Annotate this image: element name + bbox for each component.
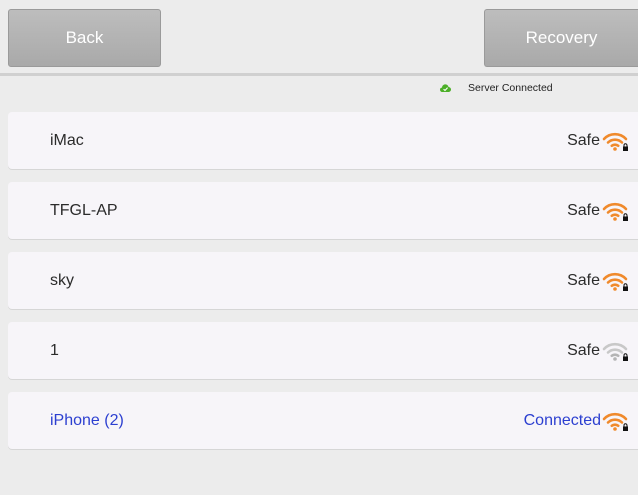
network-row-iphone-2[interactable]: iPhone (2) Connected bbox=[8, 392, 638, 449]
wifi-locked-icon bbox=[602, 202, 628, 221]
wifi-locked-icon bbox=[602, 132, 628, 151]
server-status-text: Server Connected bbox=[468, 82, 553, 94]
network-row-tfgl-ap[interactable]: TFGL-AP Safe bbox=[8, 182, 638, 239]
network-row-sky[interactable]: sky Safe bbox=[8, 252, 638, 309]
recovery-button-label: Recovery bbox=[525, 28, 598, 47]
network-name: iPhone (2) bbox=[50, 412, 124, 429]
network-state: Safe bbox=[567, 202, 600, 219]
header-divider bbox=[0, 73, 638, 76]
back-button[interactable]: Back bbox=[8, 9, 161, 67]
wifi-locked-icon bbox=[602, 342, 628, 361]
network-row-1[interactable]: 1 Safe bbox=[8, 322, 638, 379]
network-name: sky bbox=[50, 272, 74, 289]
cloud-check-icon bbox=[440, 84, 451, 92]
network-name: TFGL-AP bbox=[50, 202, 118, 219]
network-list: iMac Safe TFGL-AP Safe sky Safe 1 Safe i… bbox=[8, 112, 638, 462]
network-state: Connected bbox=[523, 412, 601, 429]
network-row-imac[interactable]: iMac Safe bbox=[8, 112, 638, 169]
network-name: iMac bbox=[50, 132, 84, 149]
top-bar: Back Recovery bbox=[0, 0, 638, 75]
network-name: 1 bbox=[50, 342, 59, 359]
wifi-locked-icon bbox=[602, 272, 628, 291]
network-state: Safe bbox=[567, 132, 600, 149]
back-button-label: Back bbox=[65, 28, 104, 47]
network-state: Safe bbox=[567, 272, 600, 289]
wifi-locked-icon bbox=[602, 412, 628, 431]
server-status: Server Connected bbox=[440, 80, 553, 96]
recovery-button[interactable]: Recovery bbox=[484, 9, 638, 67]
network-state: Safe bbox=[567, 342, 600, 359]
